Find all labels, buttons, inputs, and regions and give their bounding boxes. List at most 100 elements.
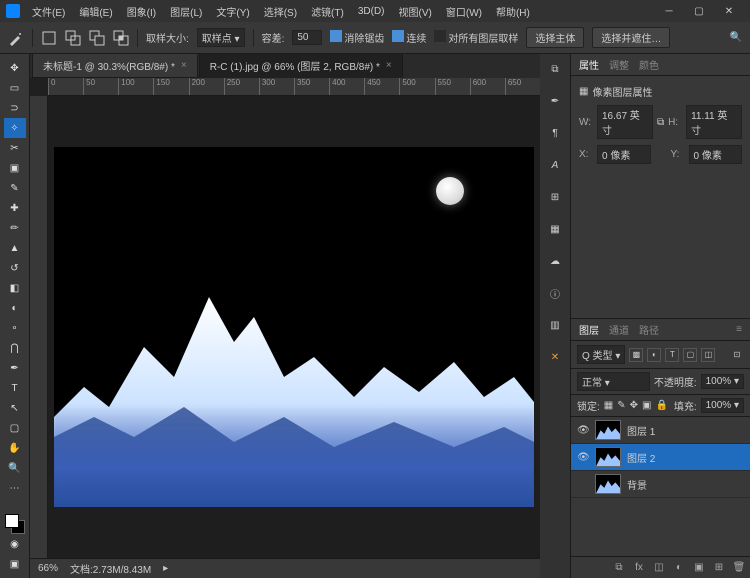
canvas[interactable] <box>54 147 534 507</box>
brush-panel-icon[interactable]: ✒ <box>546 92 564 110</box>
menu-filter[interactable]: 滤镜(T) <box>305 4 350 19</box>
layer-thumbnail[interactable] <box>595 474 621 494</box>
delete-layer-icon[interactable]: 🗑 <box>732 561 746 575</box>
type-tool-icon[interactable]: T <box>4 378 26 398</box>
shape-tool-icon[interactable]: ▢ <box>4 418 26 438</box>
path-select-tool-icon[interactable]: ↖ <box>4 398 26 418</box>
link-icon[interactable]: ⧉ <box>657 117 664 128</box>
close-icon[interactable]: ✕ <box>714 1 744 21</box>
menu-layer[interactable]: 图层(L) <box>164 4 208 19</box>
contiguous-checkbox[interactable]: 连续 <box>392 30 426 45</box>
crop-tool-icon[interactable]: ✂ <box>4 138 26 158</box>
close-dock-icon[interactable]: ✕ <box>546 348 564 366</box>
menu-view[interactable]: 视图(V) <box>393 4 438 19</box>
horizontal-ruler[interactable]: 050100150200250300350400450500550600650 <box>48 78 540 96</box>
color-swatch[interactable] <box>5 514 25 534</box>
document-size[interactable]: 文档:2.73M/8.43M <box>70 561 151 576</box>
menu-edit[interactable]: 编辑(E) <box>73 4 118 19</box>
eyedropper-tool-icon[interactable]: ✎ <box>4 178 26 198</box>
move-tool-icon[interactable]: ✥ <box>4 58 26 78</box>
layer-name[interactable]: 图层 2 <box>627 450 655 465</box>
menu-image[interactable]: 图象(I) <box>121 4 162 19</box>
tab-paths[interactable]: 路径 <box>639 322 659 337</box>
menu-type[interactable]: 文字(Y) <box>210 4 255 19</box>
layer-name[interactable]: 图层 1 <box>627 423 655 438</box>
lasso-tool-icon[interactable]: ⊃ <box>4 98 26 118</box>
tab-layers[interactable]: 图层 <box>579 322 599 337</box>
link-layers-icon[interactable]: ⧉ <box>612 561 626 575</box>
tab-adjust[interactable]: 调整 <box>609 57 629 72</box>
lock-position-icon[interactable]: ✥ <box>630 400 638 411</box>
filter-smart-icon[interactable]: ◫ <box>701 348 715 362</box>
clone-stamp-tool-icon[interactable]: ▲ <box>4 238 26 258</box>
new-layer-icon[interactable]: ⊞ <box>712 561 726 575</box>
layer-mask-icon[interactable]: ◫ <box>652 561 666 575</box>
blur-tool-icon[interactable]: ∘ <box>4 318 26 338</box>
history-brush-tool-icon[interactable]: ↺ <box>4 258 26 278</box>
layer-fx-icon[interactable]: fx <box>632 561 646 575</box>
close-tab-icon[interactable]: × <box>386 60 392 71</box>
all-layers-checkbox[interactable]: 对所有图层取样 <box>434 30 518 45</box>
eraser-tool-icon[interactable]: ◧ <box>4 278 26 298</box>
filter-shape-icon[interactable]: ▢ <box>683 348 697 362</box>
panel-menu-icon[interactable]: ≡ <box>736 324 742 335</box>
visibility-toggle-icon[interactable]: 👁 <box>577 452 589 463</box>
zoom-tool-icon[interactable]: 🔍 <box>4 458 26 478</box>
frame-tool-icon[interactable]: ▣ <box>4 158 26 178</box>
document-tab[interactable]: R-C (1).jpg @ 66% (图层 2, RGB/8#) *× <box>199 53 403 78</box>
layer-row[interactable]: 背景 <box>571 471 750 498</box>
layer-row[interactable]: 👁 图层 1 <box>571 417 750 444</box>
adjustment-layer-icon[interactable]: ◐ <box>672 561 686 575</box>
maximize-icon[interactable]: ▢ <box>684 1 714 21</box>
swatches-panel-icon[interactable]: ▦ <box>546 220 564 238</box>
visibility-toggle-icon[interactable]: 👁 <box>577 425 589 436</box>
menu-file[interactable]: 文件(E) <box>26 4 71 19</box>
antialias-checkbox[interactable]: 消除锯齿 <box>330 30 384 45</box>
select-and-mask-button[interactable]: 选择并遮住… <box>592 27 670 48</box>
tolerance-input[interactable]: 50 <box>292 30 322 45</box>
sample-size-dropdown[interactable]: 取样点 ▾ <box>197 28 245 47</box>
opacity-input[interactable]: 100% ▾ <box>701 374 744 389</box>
layer-name[interactable]: 背景 <box>627 477 647 492</box>
selection-subtract-icon[interactable] <box>89 30 105 46</box>
document-tab[interactable]: 未标题-1 @ 30.3%(RGB/8#) *× <box>32 53 198 78</box>
quick-mask-icon[interactable]: ◉ <box>4 534 26 554</box>
hand-tool-icon[interactable]: ✋ <box>4 438 26 458</box>
lock-pixels-icon[interactable]: ✎ <box>617 400 625 411</box>
selection-add-icon[interactable] <box>65 30 81 46</box>
lock-transparency-icon[interactable]: ▦ <box>604 400 613 411</box>
close-tab-icon[interactable]: × <box>181 60 187 71</box>
glyphs-panel-icon[interactable]: ⊞ <box>546 188 564 206</box>
actions-panel-icon[interactable]: ▥ <box>546 316 564 334</box>
layer-row[interactable]: 👁 图层 2 <box>571 444 750 471</box>
tab-properties[interactable]: 属性 <box>579 57 599 72</box>
filter-type-icon[interactable]: T <box>665 348 679 362</box>
menu-select[interactable]: 选择(S) <box>258 4 303 19</box>
filter-adjust-icon[interactable]: ◐ <box>647 348 661 362</box>
layer-group-icon[interactable]: ▣ <box>692 561 706 575</box>
canvas-area[interactable] <box>48 96 540 558</box>
edit-toolbar-icon[interactable]: ⋯ <box>4 478 26 498</box>
dodge-tool-icon[interactable]: ⋂ <box>4 338 26 358</box>
tab-channels[interactable]: 通道 <box>609 322 629 337</box>
screen-mode-icon[interactable]: ▣ <box>4 554 26 574</box>
layer-thumbnail[interactable] <box>595 420 621 440</box>
menu-help[interactable]: 帮助(H) <box>490 4 536 19</box>
layer-kind-filter[interactable]: Q 类型 ▾ <box>577 345 625 364</box>
healing-brush-tool-icon[interactable]: ✚ <box>4 198 26 218</box>
pen-tool-icon[interactable]: ✒ <box>4 358 26 378</box>
lock-all-icon[interactable]: 🔒 <box>655 400 667 411</box>
y-input[interactable]: 0 像素 <box>689 145 743 164</box>
brush-tool-icon[interactable]: ✏ <box>4 218 26 238</box>
x-input[interactable]: 0 像素 <box>597 145 651 164</box>
magic-wand-tool-icon[interactable]: ✧ <box>4 118 26 138</box>
fill-input[interactable]: 100% ▾ <box>701 398 744 413</box>
minimize-icon[interactable]: ─ <box>654 1 684 21</box>
menu-3d[interactable]: 3D(D) <box>352 6 391 17</box>
filter-toggle[interactable]: ⊡ <box>730 348 744 362</box>
filter-image-icon[interactable]: ▩ <box>629 348 643 362</box>
selection-mode-icon[interactable] <box>41 30 57 46</box>
marquee-tool-icon[interactable]: ▭ <box>4 78 26 98</box>
libraries-panel-icon[interactable]: ☁ <box>546 252 564 270</box>
status-arrow-icon[interactable]: ▸ <box>163 563 168 574</box>
